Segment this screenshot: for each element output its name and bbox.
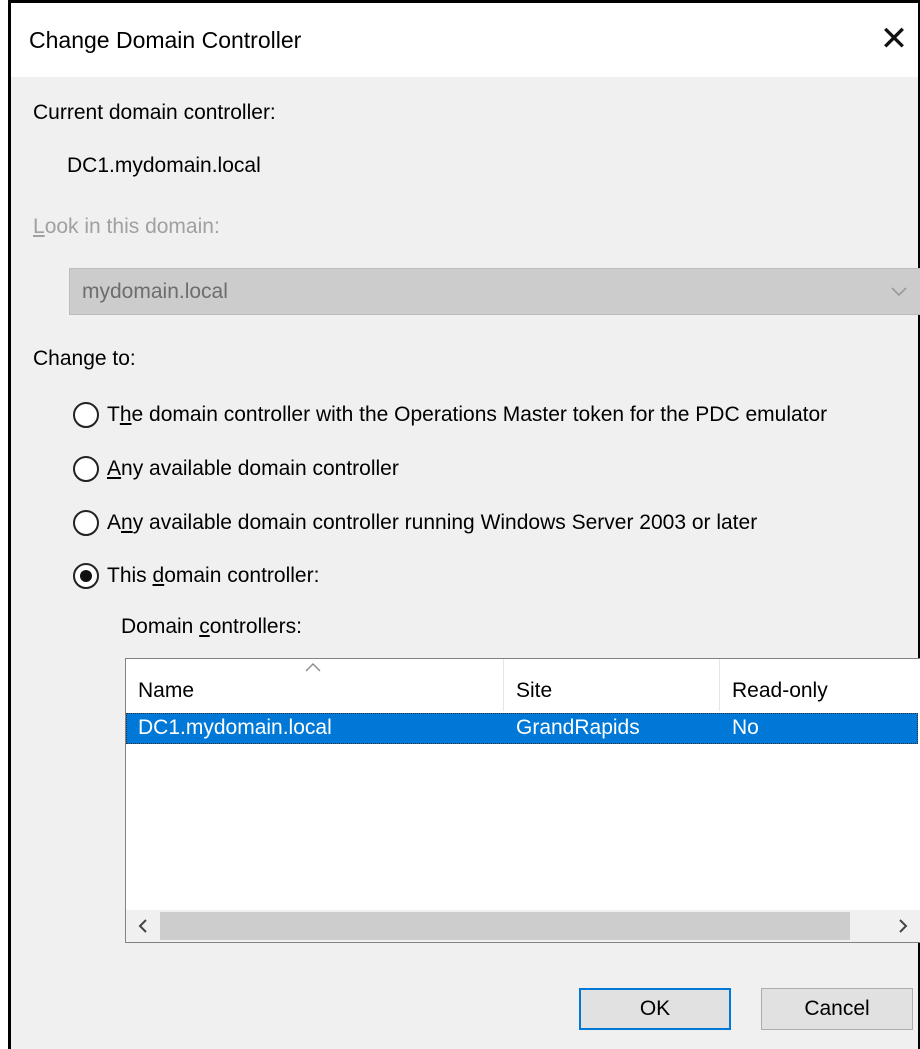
sort-ascending-icon bbox=[305, 663, 321, 672]
radio-label: Any available domain controller bbox=[107, 457, 399, 480]
cancel-button[interactable]: Cancel bbox=[761, 988, 913, 1030]
chevron-left-icon bbox=[138, 919, 147, 933]
change-domain-controller-dialog: Change Domain Controller ✕ Current domai… bbox=[8, 0, 920, 1049]
look-in-label-rest: ook in this domain: bbox=[44, 215, 220, 238]
change-to-label: Change to: bbox=[33, 347, 136, 370]
domain-dropdown-value: mydomain.local bbox=[82, 280, 228, 303]
current-dc-value: DC1.mydomain.local bbox=[67, 154, 261, 177]
radio-this-dc[interactable]: This domain controller: bbox=[73, 560, 319, 592]
radio-any-dc-2003[interactable]: Any available domain controller running … bbox=[73, 507, 757, 539]
look-in-domain-label: Look in this domain: bbox=[33, 215, 220, 239]
chevron-right-icon bbox=[899, 919, 908, 933]
ok-button[interactable]: OK bbox=[579, 988, 731, 1030]
radio-any-dc[interactable]: Any available domain controller bbox=[73, 453, 399, 485]
domain-controllers-list[interactable]: Name Site Read-only DC1.mydomain.local G… bbox=[125, 658, 920, 943]
scroll-left-button[interactable] bbox=[126, 910, 160, 942]
radio-button[interactable] bbox=[73, 510, 99, 536]
column-header-name[interactable]: Name bbox=[126, 659, 504, 711]
radio-label: Any available domain controller running … bbox=[107, 511, 758, 534]
scroll-right-button[interactable] bbox=[886, 910, 920, 942]
radio-button[interactable] bbox=[73, 456, 99, 482]
look-in-accel: L bbox=[33, 215, 45, 238]
chevron-down-icon bbox=[891, 287, 907, 297]
horizontal-scrollbar[interactable] bbox=[126, 910, 920, 942]
scrollbar-thumb[interactable] bbox=[160, 912, 850, 940]
dialog-title: Change Domain Controller bbox=[29, 27, 302, 53]
domain-dropdown[interactable]: mydomain.local bbox=[69, 268, 920, 315]
radio-button-checked[interactable] bbox=[73, 563, 99, 589]
close-button[interactable]: ✕ bbox=[870, 15, 918, 63]
current-dc-label: Current domain controller: bbox=[33, 101, 276, 124]
cell-read-only: No bbox=[732, 716, 759, 739]
column-header-site[interactable]: Site bbox=[504, 659, 720, 711]
radio-label: This domain controller: bbox=[107, 564, 320, 587]
close-icon: ✕ bbox=[879, 20, 909, 58]
radio-button[interactable] bbox=[73, 402, 99, 428]
cell-site: GrandRapids bbox=[516, 716, 640, 739]
column-header-read-only[interactable]: Read-only bbox=[720, 659, 920, 711]
cell-name: DC1.mydomain.local bbox=[138, 716, 332, 739]
domain-controllers-label: Domain controllers: bbox=[121, 615, 302, 638]
title-bar: Change Domain Controller ✕ bbox=[11, 3, 918, 77]
table-row[interactable]: DC1.mydomain.local GrandRapids No bbox=[126, 713, 918, 744]
radio-pdc-emulator[interactable]: The domain controller with the Operation… bbox=[73, 399, 827, 431]
list-header: Name Site Read-only bbox=[126, 659, 920, 711]
radio-label: The domain controller with the Operation… bbox=[107, 403, 828, 426]
